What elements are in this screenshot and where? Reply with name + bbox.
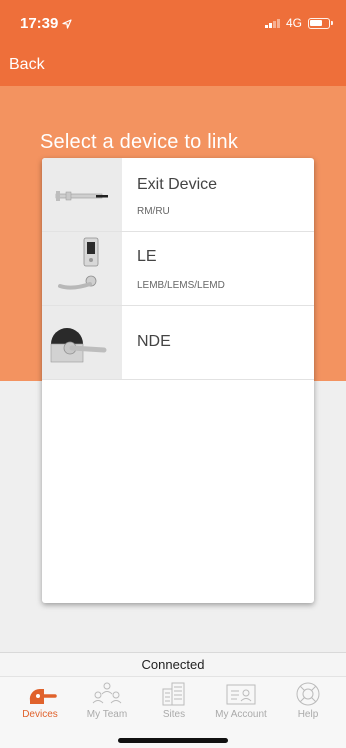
clock-text: 17:39 xyxy=(20,15,59,32)
le-lock-image xyxy=(42,232,122,305)
tab-help[interactable]: Help xyxy=(275,681,341,727)
tab-devices[interactable]: Devices xyxy=(7,681,73,727)
connection-status: Connected xyxy=(0,652,346,676)
device-name: Exit Device xyxy=(137,176,218,193)
location-arrow-icon xyxy=(62,18,72,29)
device-row-nde[interactable]: NDE xyxy=(42,306,314,380)
tab-my-team[interactable]: My Team xyxy=(74,681,140,727)
signal-icon xyxy=(264,18,280,28)
exit-device-image xyxy=(42,158,122,231)
page-title: Select a device to link xyxy=(40,131,239,153)
tab-sites[interactable]: Sites xyxy=(141,681,207,727)
tab-label: Devices xyxy=(22,709,58,720)
tab-label: Sites xyxy=(162,709,186,720)
id-card-icon xyxy=(226,684,256,705)
device-models: LEMB/LEMS/LEMD xyxy=(137,280,225,291)
nav-bar: Back xyxy=(0,44,346,86)
lifebuoy-icon xyxy=(296,682,320,706)
back-button[interactable]: Back xyxy=(9,56,45,74)
device-row-exit-device[interactable]: Exit Device RM/RU xyxy=(42,158,314,232)
network-type: 4G xyxy=(285,16,302,30)
device-models: RM/RU xyxy=(137,206,170,217)
status-bar: 17:39 4G xyxy=(0,0,346,44)
devices-lock-icon xyxy=(29,688,57,704)
tab-label: Help xyxy=(297,709,319,720)
device-name: LE xyxy=(137,248,157,265)
nde-lock-image xyxy=(42,306,122,379)
status-time: 17:39 xyxy=(20,15,72,32)
home-indicator[interactable] xyxy=(118,738,228,743)
tab-my-account[interactable]: My Account xyxy=(208,681,274,727)
tab-label: My Account xyxy=(215,709,267,720)
tab-label: My Team xyxy=(86,709,128,720)
device-list-card: Exit Device RM/RU LE LEMB/LEMS/LEMD NDE xyxy=(42,158,314,603)
buildings-icon xyxy=(162,682,185,706)
device-row-le[interactable]: LE LEMB/LEMS/LEMD xyxy=(42,232,314,306)
status-right: 4G xyxy=(264,16,333,30)
team-icon xyxy=(92,682,122,704)
battery-icon xyxy=(308,17,333,29)
device-name: NDE xyxy=(137,333,171,350)
